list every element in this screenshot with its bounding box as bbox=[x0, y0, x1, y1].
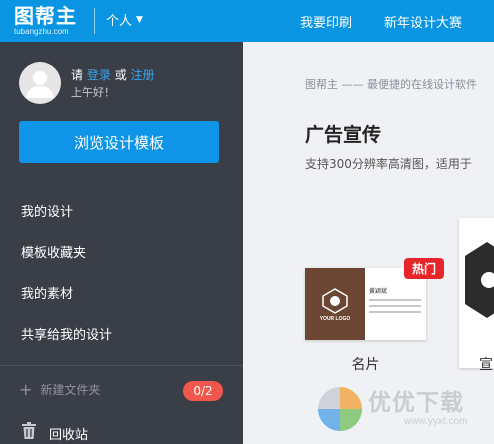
logo-divider bbox=[94, 8, 95, 34]
section-description: 支持300分辨率高清图，适用于 bbox=[305, 157, 472, 171]
section-title: 广告宣传 bbox=[305, 124, 382, 146]
nav-new-year-contest[interactable]: 新年设计大赛 bbox=[384, 12, 462, 31]
user-avatar-icon[interactable] bbox=[19, 62, 61, 104]
greeting-time: 上午好！ bbox=[71, 86, 115, 99]
nav-print[interactable]: 我要印刷 bbox=[300, 12, 352, 31]
watermark-text-group: 优优下载 www.yyxt.com bbox=[368, 390, 467, 428]
card-emblem-icon bbox=[322, 288, 348, 314]
card-thumb-line bbox=[369, 305, 421, 307]
watermark-url: www.yyxt.com bbox=[404, 416, 468, 427]
template-card-second[interactable] bbox=[459, 218, 494, 368]
card-label-business-card[interactable]: 名片 bbox=[305, 354, 426, 374]
card-thumb-logo: YOUR LOGO bbox=[319, 316, 351, 322]
new-folder-label: 新建文件夹 bbox=[40, 383, 101, 397]
card-thumb-line bbox=[369, 311, 421, 313]
watermark-logo-icon bbox=[318, 387, 362, 431]
login-link[interactable]: 登录 bbox=[87, 68, 111, 82]
plus-icon: + bbox=[19, 379, 33, 399]
folder-count-badge: 0/2 bbox=[183, 381, 223, 401]
sidebar-item-shared-with-me[interactable]: 共享给我的设计 bbox=[0, 313, 243, 354]
account-type-label: 个人 bbox=[106, 14, 133, 29]
card2-emblem-icon bbox=[465, 242, 494, 318]
chevron-down-icon: ▼ bbox=[136, 14, 143, 25]
card-thumb-line bbox=[369, 299, 421, 301]
sidebar-item-my-designs[interactable]: 我的设计 bbox=[0, 190, 243, 231]
sidebar-item-my-assets[interactable]: 我的素材 bbox=[0, 272, 243, 313]
site-logo[interactable]: 图帮主 tubangzhu.com bbox=[14, 5, 94, 39]
logo-domain: tubangzhu.com bbox=[14, 27, 69, 36]
recycle-bin-item[interactable]: 回收站 bbox=[21, 422, 88, 444]
greeting-prefix: 请 bbox=[71, 68, 84, 82]
tagline: 图帮主 —— 最便捷的在线设计软件 bbox=[305, 78, 477, 91]
sidebar-item-template-favorites[interactable]: 模板收藏夹 bbox=[0, 231, 243, 272]
account-type-dropdown[interactable]: 个人 ▼ bbox=[106, 10, 143, 29]
hot-badge: 热门 bbox=[404, 258, 444, 279]
new-folder-button[interactable]: + 新建文件夹 bbox=[19, 381, 100, 398]
top-bar: 图帮主 tubangzhu.com 个人 ▼ 我要印刷 新年设计大赛 bbox=[0, 0, 494, 42]
logo-text: 图帮主 bbox=[14, 4, 77, 28]
sidebar-menu: 我的设计 模板收藏夹 我的素材 共享给我的设计 bbox=[0, 190, 243, 354]
recycle-bin-label: 回收站 bbox=[49, 427, 89, 443]
register-link[interactable]: 注册 bbox=[131, 68, 155, 82]
watermark: 优优下载 www.yyxt.com bbox=[316, 383, 467, 435]
card-thumbnail-light-side: 黄颖斌 bbox=[369, 286, 421, 313]
login-prompt: 请 登录 或 注册 bbox=[71, 66, 155, 83]
watermark-text: 优优下载 bbox=[368, 390, 464, 416]
browse-templates-button[interactable]: 浏览设计模板 bbox=[19, 121, 219, 163]
card-thumb-name: 黄颖斌 bbox=[369, 288, 388, 295]
trash-icon bbox=[21, 422, 37, 444]
sidebar: 请 登录 或 注册 上午好！ 浏览设计模板 我的设计 模板收藏夹 我的素材 共享… bbox=[0, 42, 243, 444]
sidebar-divider bbox=[0, 365, 243, 366]
or-text: 或 bbox=[114, 68, 127, 82]
top-nav: 我要印刷 新年设计大赛 bbox=[300, 0, 462, 42]
card-label-second[interactable]: 宣 bbox=[479, 354, 493, 374]
